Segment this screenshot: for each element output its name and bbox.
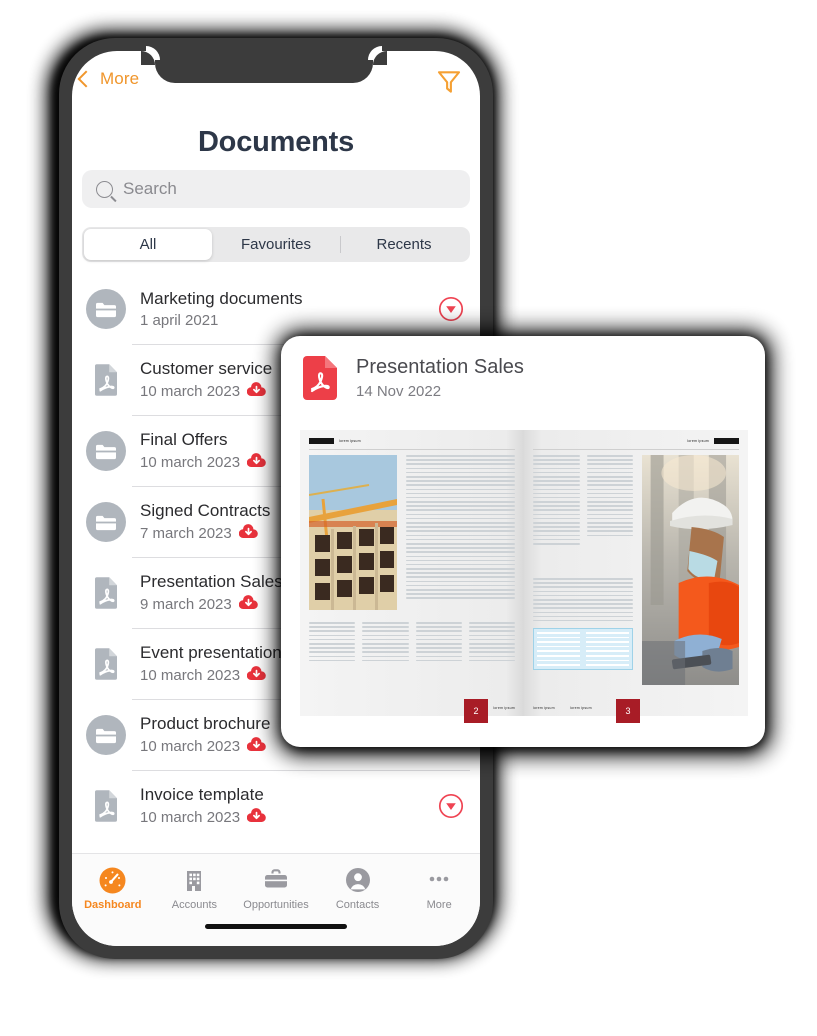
list-item-date: 10 march 2023 <box>140 738 241 755</box>
phone-notch <box>141 51 387 83</box>
list-item-title: Marketing documents <box>140 289 303 308</box>
list-item-title: Event presentation <box>140 642 282 662</box>
tab-label: Dashboard <box>84 899 142 911</box>
right-page-rule <box>533 449 739 450</box>
pdf-file-icon <box>86 644 126 684</box>
person-circle-icon <box>345 866 371 894</box>
document-spread-preview[interactable]: lorem ipsum lorem ipsum 2 lorem ipsum lo… <box>300 430 748 723</box>
search-input[interactable]: Search <box>82 170 470 208</box>
tab-accounts[interactable]: Accounts <box>154 866 236 911</box>
spread-right-page: lorem ipsum lorem ipsum lorem ipsum 3 <box>524 430 748 723</box>
chevron-left-icon <box>77 70 95 88</box>
tab-opportunities[interactable]: Opportunities <box>235 866 317 911</box>
tab-label: Accounts <box>171 899 218 911</box>
document-preview-card: Presentation Sales 14 Nov 2022 lorem ips… <box>281 336 765 747</box>
search-icon <box>96 180 113 198</box>
tab-favourites-label: Favourites <box>240 236 312 253</box>
briefcase-icon <box>262 866 290 894</box>
right-page-header-text: lorem ipsum <box>687 438 709 443</box>
folder-icon <box>86 430 126 471</box>
tab-all[interactable]: All <box>84 229 212 260</box>
list-item-date: 10 march 2023 <box>140 383 241 400</box>
left-page-text-column <box>406 455 515 599</box>
folder-icon <box>86 288 126 329</box>
home-indicator <box>205 924 347 929</box>
download-cloud-icon[interactable] <box>246 665 266 686</box>
tab-favourites[interactable]: Favourites <box>212 229 340 260</box>
right-page-photo-worker <box>642 455 739 685</box>
list-item-date: 1 april 2021 <box>140 312 219 329</box>
list-item-date: 9 march 2023 <box>140 596 232 613</box>
pdf-file-icon <box>86 573 126 613</box>
download-cloud-icon[interactable] <box>238 594 258 615</box>
download-cloud-icon[interactable] <box>246 736 266 757</box>
pdf-file-icon <box>301 355 339 400</box>
left-page-photo-construction <box>309 455 397 610</box>
header-bar-decor <box>714 437 739 444</box>
ellipsis-icon <box>425 866 453 894</box>
right-page-full-lines <box>533 578 633 622</box>
list-item-date: 10 march 2023 <box>140 667 241 684</box>
back-button-label: More <box>100 69 140 88</box>
left-page-header-text: lorem ipsum <box>339 438 361 443</box>
tab-recents[interactable]: Recents <box>340 229 468 260</box>
building-icon <box>181 866 207 894</box>
right-page-text-columns <box>533 455 633 545</box>
expand-chevron-icon[interactable] <box>438 793 464 819</box>
left-page-bottom-columns <box>309 622 515 662</box>
list-item-date: 10 march 2023 <box>140 454 241 471</box>
tab-contacts[interactable]: Contacts <box>317 866 399 911</box>
list-item-date: 7 march 2023 <box>140 525 232 542</box>
download-cloud-icon[interactable] <box>246 381 266 402</box>
filter-funnel-icon[interactable] <box>434 66 464 96</box>
right-page-footer-left: lorem ipsum <box>533 706 555 710</box>
page-title: Documents <box>197 126 355 158</box>
left-page-rule <box>309 449 515 450</box>
download-cloud-icon[interactable] <box>238 523 258 544</box>
right-page-highlight-box <box>533 628 633 670</box>
tab-recents-label: Recents <box>376 236 432 253</box>
right-page-header: lorem ipsum <box>533 437 739 444</box>
list-item[interactable]: Invoice template 10 march 2023 <box>72 770 480 841</box>
list-item-title: Product brochure <box>140 713 271 733</box>
preview-card-header: Presentation Sales 14 Nov 2022 <box>281 336 765 400</box>
left-page-header: lorem ipsum <box>309 437 515 444</box>
right-page-number: 3 <box>616 699 640 723</box>
header-bar-decor <box>309 437 334 444</box>
pdf-file-icon <box>86 360 126 400</box>
tab-label: More <box>426 899 452 911</box>
tab-dashboard[interactable]: Dashboard <box>72 866 154 911</box>
bottom-tab-bar: Dashboard Accounts Opportunities Contacts Mo… <box>72 853 480 946</box>
list-item-title: Signed Contracts <box>140 500 271 520</box>
right-page-footer-right: lorem ipsum <box>570 706 592 710</box>
left-page-number: 2 <box>464 699 488 723</box>
list-item-title: Final Offers <box>140 429 228 449</box>
left-page-footer-text: lorem ipsum <box>493 706 515 710</box>
download-cloud-icon[interactable] <box>246 807 266 828</box>
dashboard-gauge-icon <box>99 866 126 894</box>
folder-icon <box>86 714 126 755</box>
tab-label: Opportunities <box>243 899 309 911</box>
pdf-file-icon <box>86 786 126 826</box>
spread-left-page: lorem ipsum lorem ipsum 2 <box>300 430 524 723</box>
list-item-title: Customer service <box>140 358 273 378</box>
search-placeholder: Search <box>123 179 177 198</box>
tab-more[interactable]: More <box>398 866 480 911</box>
list-item-title: Presentation Sales <box>140 571 283 591</box>
expand-chevron-icon[interactable] <box>438 296 464 322</box>
list-item-title: Invoice template <box>140 784 264 804</box>
tab-label: Contacts <box>335 899 380 911</box>
back-button[interactable]: More <box>77 69 140 89</box>
preview-card-title: Presentation Sales <box>356 356 524 378</box>
list-item-date: 10 march 2023 <box>140 809 241 826</box>
preview-card-date: 14 Nov 2022 <box>356 383 442 400</box>
filter-segmented-control: All Favourites Recents <box>82 227 470 262</box>
download-cloud-icon[interactable] <box>246 452 266 473</box>
tab-all-label: All <box>139 236 157 253</box>
folder-icon <box>86 501 126 542</box>
